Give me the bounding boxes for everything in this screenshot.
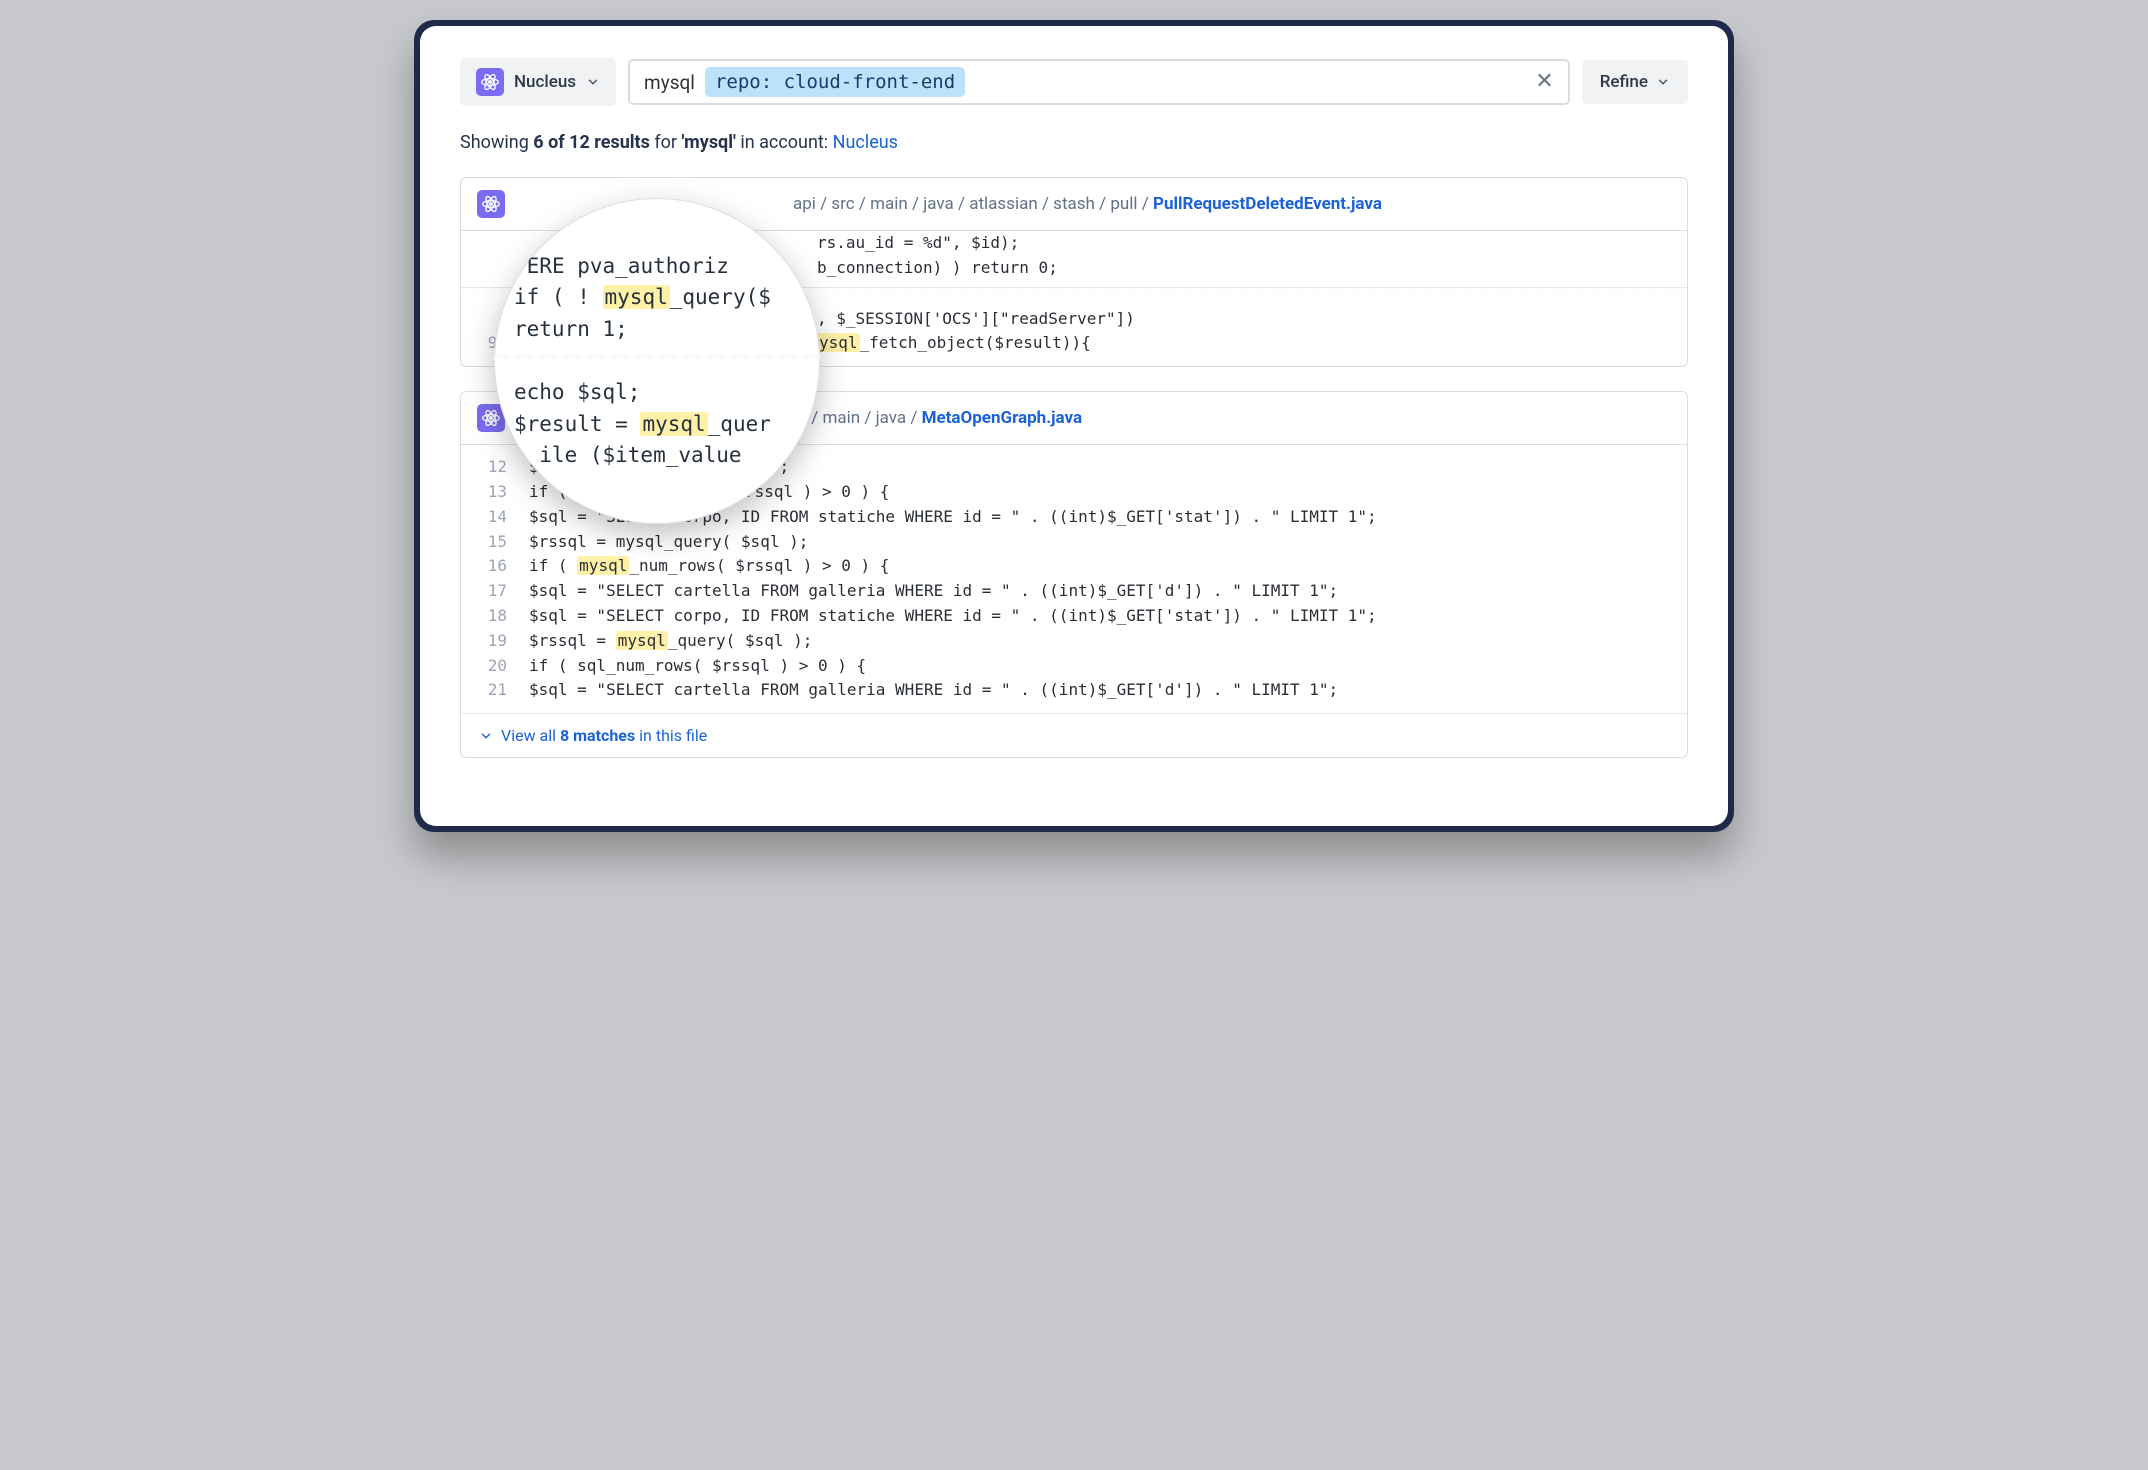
file-link[interactable]: PullRequestDeletedEvent.java bbox=[1153, 194, 1382, 214]
atom-icon bbox=[476, 68, 504, 96]
code-line: 21$sql = "SELECT cartella FROM galleria … bbox=[461, 678, 1687, 703]
chevron-down-icon bbox=[1656, 75, 1670, 89]
account-link[interactable]: Nucleus bbox=[833, 132, 898, 153]
account-selector[interactable]: Nucleus bbox=[460, 58, 616, 106]
results-summary: Showing 6 of 12 results for 'mysql' in a… bbox=[460, 132, 1688, 153]
clear-search-icon[interactable]: ✕ bbox=[1535, 71, 1553, 93]
file-link[interactable]: MetaOpenGraph.java bbox=[922, 408, 1083, 428]
chevron-down-icon bbox=[479, 729, 493, 743]
atom-icon bbox=[477, 190, 505, 218]
code-line: 20if ( sql_num_rows( $rssql ) > 0 ) { bbox=[461, 654, 1687, 679]
code-line: 18$sql = "SELECT corpo, ID FROM statiche… bbox=[461, 604, 1687, 629]
code-line: 15$rssql = mysql_query( $sql ); bbox=[461, 530, 1687, 555]
view-all-matches-button[interactable]: View all 8 matches in this file bbox=[461, 713, 1687, 757]
search-input[interactable]: mysql repo: cloud-front-end ✕ bbox=[628, 59, 1570, 105]
file-path: api / src / main / java / atlassian / st… bbox=[793, 194, 1382, 214]
code-line: 16if ( mysql_num_rows( $rssql ) > 0 ) { bbox=[461, 554, 1687, 579]
code-line: 19$rssql = mysql_query( $sql ); bbox=[461, 629, 1687, 654]
account-name: Nucleus bbox=[514, 72, 576, 92]
magnifier-lens: ERE pva_authoriz if ( ! mysql_query($ re… bbox=[494, 198, 820, 524]
search-filter-chip[interactable]: repo: cloud-front-end bbox=[705, 67, 965, 97]
chevron-down-icon bbox=[586, 75, 600, 89]
search-term: mysql bbox=[644, 71, 695, 94]
top-toolbar: Nucleus mysql repo: cloud-front-end ✕ Re… bbox=[460, 58, 1688, 106]
code-line: 17$sql = "SELECT cartella FROM galleria … bbox=[461, 579, 1687, 604]
refine-button[interactable]: Refine bbox=[1582, 60, 1688, 104]
